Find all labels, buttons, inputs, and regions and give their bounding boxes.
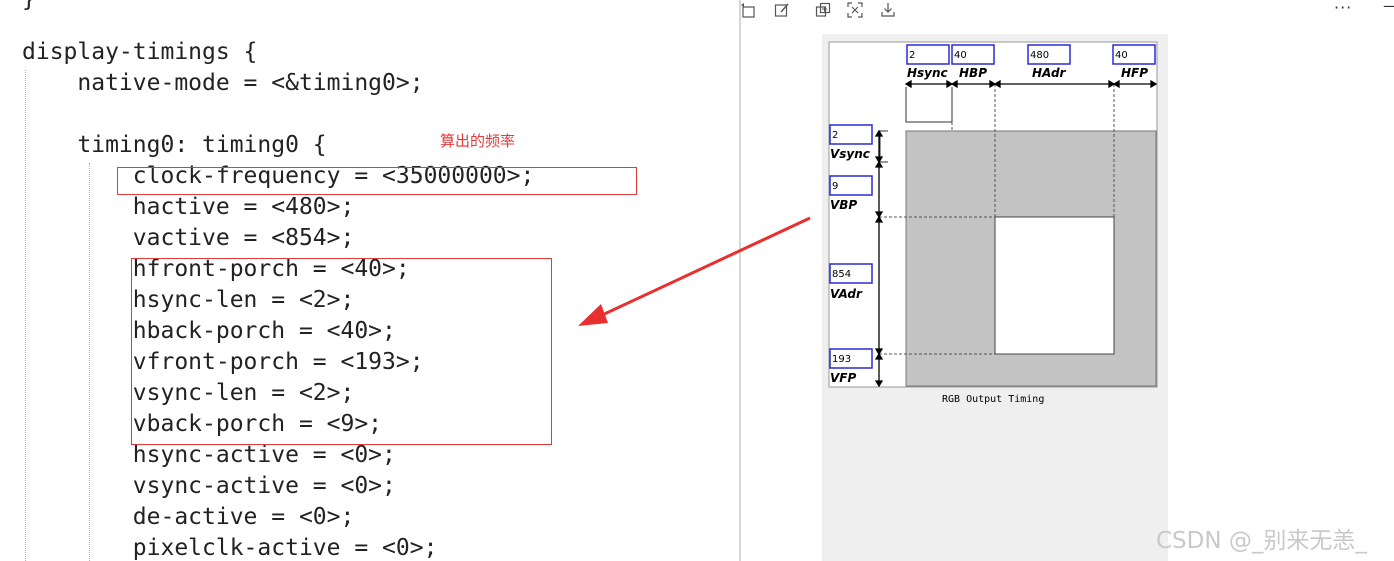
timing-diagram: 2 Hsync 40 HBP 480 HAdr 40 HFP 2 Vsync 9… xyxy=(828,41,1158,405)
code-line: vsync-active = <0>; xyxy=(22,473,396,499)
rotate-icon[interactable] xyxy=(740,2,756,18)
code-line: display-timings { xyxy=(22,39,258,65)
code-line: hactive = <480>; xyxy=(22,194,355,220)
more-options-button[interactable]: ··· xyxy=(1334,0,1352,17)
vsync-param: 2 Vsync xyxy=(829,124,873,161)
csdn-watermark: CSDN @_别来无恙_ xyxy=(1156,528,1367,554)
vsync-label: Vsync xyxy=(830,147,870,161)
diagram-caption: RGB Output Timing xyxy=(942,394,1044,405)
vbp-value: 9 xyxy=(832,181,838,192)
vbp-label: VBP xyxy=(830,198,857,212)
hadr-param: 480 HAdr xyxy=(1027,44,1071,80)
code-top-brace: } xyxy=(22,0,36,12)
code-line: timing0: timing0 { xyxy=(22,132,327,158)
vadr-label: VAdr xyxy=(830,287,863,301)
frequency-annotation: 算出的频率 xyxy=(440,132,516,150)
hbp-label: HBP xyxy=(959,66,987,80)
code-line: de-active = <0>; xyxy=(22,504,355,530)
code-line: pixelclk-active = <0>; xyxy=(22,535,438,561)
hfp-value: 40 xyxy=(1115,50,1128,61)
hadr-value: 480 xyxy=(1030,50,1049,61)
vsync-value: 2 xyxy=(832,130,838,141)
timing-diagram-panel: 2 Hsync 40 HBP 480 HAdr 40 HFP 2 Vsync 9… xyxy=(822,34,1168,561)
hfp-label: HFP xyxy=(1121,66,1148,80)
edit-icon[interactable] xyxy=(774,2,790,18)
hsync-label: Hsync xyxy=(907,66,948,80)
porch-values-highlight xyxy=(131,258,552,445)
hsync-param: 2 Hsync xyxy=(906,44,950,80)
active-area xyxy=(994,216,1115,355)
hadr-label: HAdr xyxy=(1032,66,1067,80)
code-line: native-mode = <&timing0>; xyxy=(22,70,424,96)
hsync-value: 2 xyxy=(909,50,915,61)
clock-frequency-highlight xyxy=(117,167,637,195)
code-editor-pane: } display-timings { native-mode = <&timi… xyxy=(0,0,739,561)
minimize-button[interactable]: — xyxy=(1383,0,1394,15)
download-icon[interactable] xyxy=(880,2,896,18)
vfp-value: 193 xyxy=(832,354,851,365)
hbp-value: 40 xyxy=(954,50,967,61)
fit-icon[interactable] xyxy=(847,2,863,18)
copy-icon[interactable] xyxy=(815,2,831,18)
code-line: vactive = <854>; xyxy=(22,225,355,251)
vadr-value: 854 xyxy=(832,269,851,280)
vfp-label: VFP xyxy=(830,371,856,385)
